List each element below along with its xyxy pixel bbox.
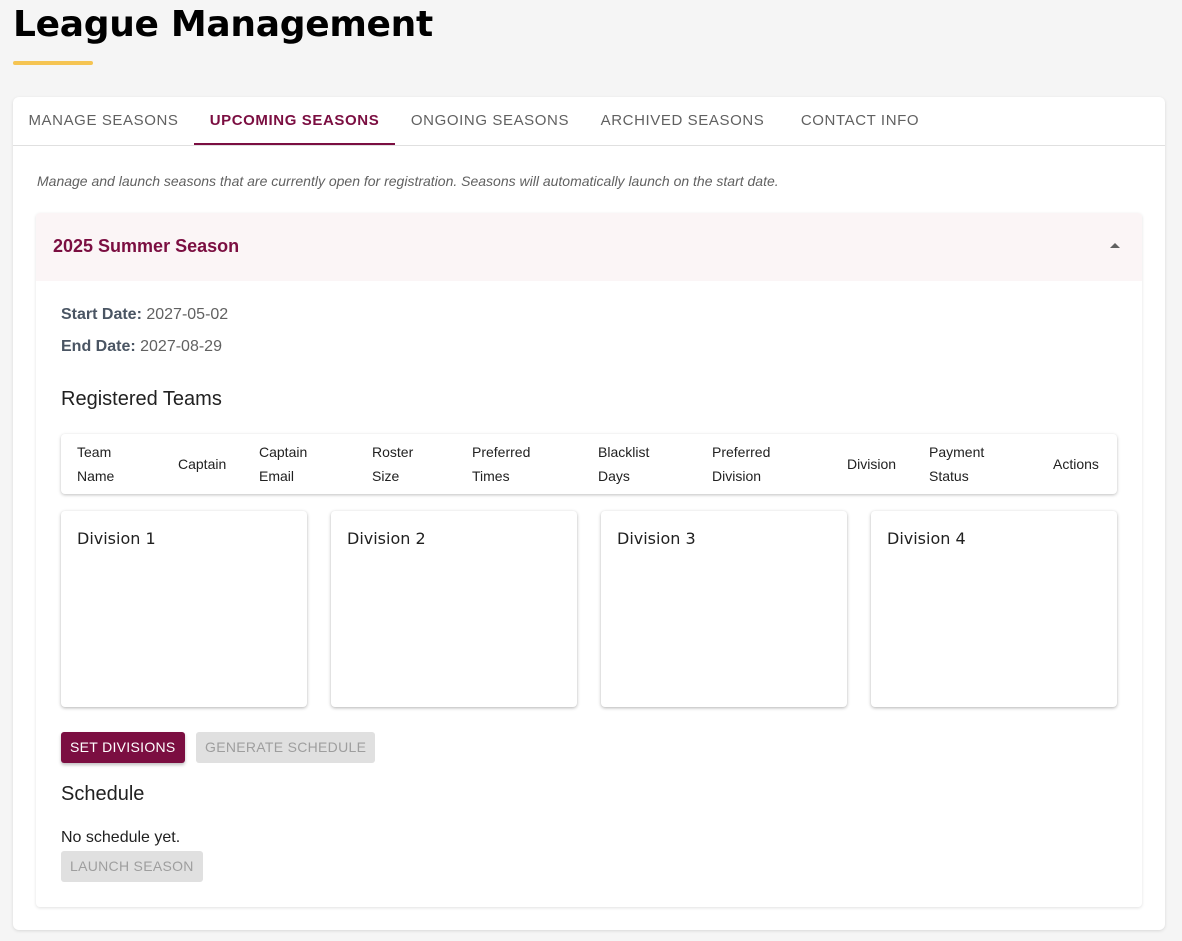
start-date-value: 2027-05-02	[146, 306, 229, 323]
registered-teams-heading: Registered Teams	[61, 388, 222, 410]
column-header-blacklist-days[interactable]: Blacklist Days	[598, 434, 649, 494]
column-header-captain[interactable]: Captain	[178, 434, 226, 494]
column-header-payment-status[interactable]: Payment Status	[929, 434, 984, 494]
tab-manage-seasons[interactable]: MANAGE SEASONS	[13, 97, 194, 145]
division-card-4[interactable]: Division 4	[871, 511, 1117, 707]
division-cards: Division 1 Division 2 Division 3 Divisio…	[61, 511, 1117, 707]
division-card-3[interactable]: Division 3	[601, 511, 847, 707]
generate-schedule-button[interactable]: GENERATE SCHEDULE	[196, 732, 376, 763]
division-label: Division 2	[347, 529, 426, 548]
column-header-roster-size[interactable]: Roster Size	[372, 434, 413, 494]
schedule-heading: Schedule	[61, 783, 145, 805]
division-label: Division 4	[887, 529, 966, 548]
column-header-captain-email[interactable]: Captain Email	[259, 434, 307, 494]
division-card-1[interactable]: Division 1	[61, 511, 307, 707]
page-title: League Management	[13, 4, 433, 45]
division-card-2[interactable]: Division 2	[331, 511, 577, 707]
intro-text: Manage and launch seasons that are curre…	[37, 173, 779, 189]
active-tab-indicator	[194, 143, 395, 145]
division-label: Division 1	[77, 529, 156, 548]
end-date-value: 2027-08-29	[140, 338, 222, 355]
start-date-label: Start Date:	[61, 306, 142, 323]
division-label: Division 3	[617, 529, 696, 548]
launch-season-button[interactable]: LAUNCH SEASON	[61, 851, 203, 882]
main-card: MANAGE SEASONS UPCOMING SEASONS ONGOING …	[13, 97, 1165, 930]
tab-bar: MANAGE SEASONS UPCOMING SEASONS ONGOING …	[13, 97, 1165, 146]
column-header-preferred-times[interactable]: Preferred Times	[472, 434, 530, 494]
no-schedule-text: No schedule yet.	[61, 829, 181, 846]
column-header-division[interactable]: Division	[847, 434, 896, 494]
caret-up-icon[interactable]	[1110, 243, 1120, 248]
tab-contact-info[interactable]: CONTACT INFO	[783, 97, 937, 145]
season-title: 2025 Summer Season	[53, 236, 240, 256]
column-header-actions[interactable]: Actions	[1053, 434, 1099, 494]
tab-ongoing-seasons[interactable]: ONGOING SEASONS	[395, 97, 585, 145]
tab-archived-seasons[interactable]: ARCHIVED SEASONS	[585, 97, 780, 145]
column-header-preferred-division[interactable]: Preferred Division	[712, 434, 770, 494]
registered-teams-table-header: Team Name Captain Captain Email Roster Size…	[61, 434, 1117, 494]
tab-upcoming-seasons[interactable]: UPCOMING SEASONS	[194, 97, 395, 145]
season-header[interactable]: 2025 Summer Season	[36, 213, 1142, 281]
season-panel: 2025 Summer Season Start Date: 2027-05-0…	[36, 213, 1142, 907]
start-date-row: Start Date: 2027-05-02	[61, 306, 228, 324]
end-date-row: End Date: 2027-08-29	[61, 338, 222, 356]
title-underline	[13, 61, 93, 65]
end-date-label: End Date:	[61, 338, 136, 355]
column-header-team-name[interactable]: Team Name	[77, 434, 114, 494]
set-divisions-button[interactable]: SET DIVISIONS	[61, 732, 185, 763]
